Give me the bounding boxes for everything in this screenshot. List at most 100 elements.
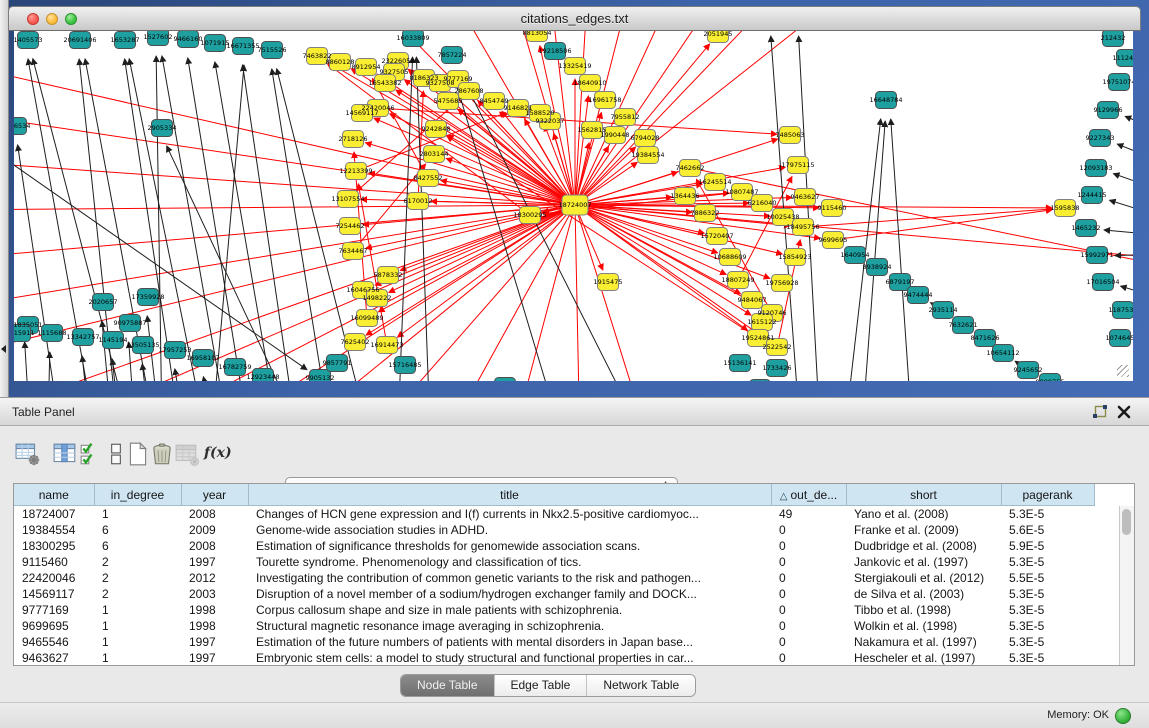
graph-edge	[1113, 174, 1133, 190]
graph-edge	[212, 65, 244, 381]
graph-node-label: 8938924	[863, 263, 892, 271]
graph-node-label: 19756928	[765, 279, 798, 287]
graph-node-label: 18807249	[721, 276, 754, 284]
graph-node-label: 5878332	[374, 271, 403, 279]
node-table: namein_degreeyeartitle△out_de...shortpag…	[13, 483, 1135, 666]
column-header-out_de...[interactable]: △out_de...	[771, 484, 846, 506]
graph-node[interactable]	[750, 380, 771, 382]
tab-edge-table[interactable]: Edge Table	[494, 675, 587, 696]
graph-node-label: 9227343	[1086, 134, 1115, 142]
sort-ascending-icon: △	[780, 491, 788, 502]
network-canvas[interactable]: 1405573206914061653287152760294661601071…	[14, 31, 1133, 381]
graph-node-label: 9777169	[444, 75, 473, 83]
graph-edge	[188, 58, 248, 381]
graph-node-label: 1244415	[1078, 191, 1107, 199]
panel-collapse-arrow[interactable]	[1, 345, 6, 353]
graph-edge	[1110, 200, 1133, 216]
network-window-titlebar[interactable]: citations_edges.txt	[8, 6, 1141, 31]
graph-node-label: 9245652	[1014, 366, 1043, 374]
graph-node[interactable]	[495, 378, 516, 382]
column-header-in_degree[interactable]: in_degree	[94, 484, 181, 506]
graph-node-label: 6879197	[886, 278, 915, 286]
graph-node-label: 8471626	[971, 334, 1000, 342]
float-panel-icon[interactable]	[1092, 405, 1107, 420]
window-resize-grip[interactable]	[1117, 365, 1129, 377]
graph-node-label: 10025438	[766, 213, 799, 221]
column-header-year[interactable]: year	[181, 484, 248, 506]
graph-edge	[440, 205, 575, 381]
show-column-icon[interactable]	[52, 441, 78, 467]
column-header-title[interactable]: title	[248, 484, 771, 506]
graph-node-label: 7462662	[676, 164, 705, 172]
graph-node-label: 9463627	[791, 193, 820, 201]
graph-edge	[575, 205, 782, 254]
graph-edge	[215, 62, 278, 381]
graph-node-label: 2522542	[763, 343, 792, 351]
graph-edge	[575, 205, 770, 278]
table-settings-icon[interactable]	[15, 441, 41, 467]
graph-node-label: 1115688	[38, 329, 67, 337]
graph-node-label: 17016504	[1086, 278, 1119, 286]
graph-node-label: 1405573	[14, 36, 42, 44]
graph-edge	[891, 119, 912, 381]
table-row[interactable]: 1830029562008Estimation of significance …	[14, 538, 1120, 554]
network-desktop: citations_edges.txt 14055732069140616532…	[0, 0, 1149, 397]
graph-node-label: 1527602	[144, 33, 173, 41]
tab-network-table[interactable]: Network Table	[586, 675, 695, 696]
graph-node-label: 7632621	[949, 321, 978, 329]
select-columns-icon[interactable]	[79, 441, 105, 467]
graph-node-label: 8427552	[414, 174, 443, 182]
table-panel: Table Panel f(x)	[0, 397, 1149, 727]
function-builder-icon[interactable]: f(x)	[204, 444, 230, 470]
graph-node-label: 1071915	[201, 39, 230, 47]
table-row[interactable]: 977716911998Corpus callosum shape and si…	[14, 602, 1120, 618]
graph-edge	[700, 170, 1133, 265]
tab-node-table[interactable]: Node Table	[401, 675, 494, 696]
column-header-pagerank[interactable]: pagerank	[1001, 484, 1094, 506]
graph-node-label: 7625402	[341, 338, 370, 346]
graph-node-label: 1733426	[763, 364, 792, 372]
table-row[interactable]: 2242004622012Investigating the contribut…	[14, 570, 1120, 586]
graph-node-label: 12093183	[1079, 164, 1112, 172]
graph-node-label: 1498222	[363, 294, 392, 302]
table-header-row: namein_degreeyeartitle△out_de...shortpag…	[14, 484, 1120, 506]
table-row[interactable]: 911546021997Tourette syndrome. Phenomeno…	[14, 554, 1120, 570]
graph-node-label: 15992971	[1080, 251, 1113, 259]
graph-node-label: 7857224	[438, 51, 467, 59]
graph-node-label: 16958107	[186, 354, 219, 362]
graph-node-label: 9466160	[174, 35, 203, 43]
graph-node-label: 8813054	[523, 31, 552, 37]
column-header-short[interactable]: short	[846, 484, 1001, 506]
graph-node-label: 10688609	[713, 253, 746, 261]
graph-node-label: 8860128	[326, 58, 355, 66]
table-row[interactable]: 946554611997Estimation of the future num…	[14, 634, 1120, 650]
table-row[interactable]: 969969511998Structural magnetic resonanc…	[14, 618, 1120, 634]
graph-node-label: 7485063	[776, 131, 805, 139]
table-scrollbar-thumb[interactable]	[1122, 509, 1131, 535]
column-header-name[interactable]: name	[14, 484, 94, 506]
graph-node-label: 9484067	[738, 296, 767, 304]
graph-node-label: 12213399	[339, 167, 372, 175]
graph-node-label: 16245514	[698, 178, 731, 186]
control-panel-edge	[0, 0, 9, 397]
table-row[interactable]: 1938455462009Genome-wide association stu…	[14, 522, 1120, 538]
new-document-icon[interactable]	[125, 441, 151, 467]
table-row[interactable]: 1872400712008Changes of HCN gene express…	[14, 506, 1120, 523]
graph-node-label: 17957253	[158, 346, 191, 354]
graph-node-label: 1915475	[594, 278, 623, 286]
graph-edge	[1125, 116, 1133, 131]
column-header-spacer[interactable]	[1094, 484, 1120, 506]
graph-node-label: 15720407	[700, 232, 733, 240]
delete-icon[interactable]	[149, 441, 175, 467]
graph-node-label: 16099489	[350, 314, 383, 322]
graph-node-label: 12923448	[246, 373, 279, 381]
table-row[interactable]: 1456911722003Disruption of a novel membe…	[14, 586, 1120, 602]
graph-node-label: 13325419	[558, 62, 591, 70]
network-graph[interactable]: 1405573206914061653287152760294661601071…	[14, 31, 1133, 381]
delete-table-icon[interactable]	[174, 441, 200, 467]
close-panel-icon[interactable]	[1117, 405, 1131, 419]
table-row[interactable]: 946362711997Embryonic stem cells: a mode…	[14, 650, 1120, 666]
graph-node-label: 9129966	[1094, 106, 1123, 114]
graph-node-label: 16543382	[368, 79, 401, 87]
table-scrollbar[interactable]	[1119, 506, 1134, 666]
